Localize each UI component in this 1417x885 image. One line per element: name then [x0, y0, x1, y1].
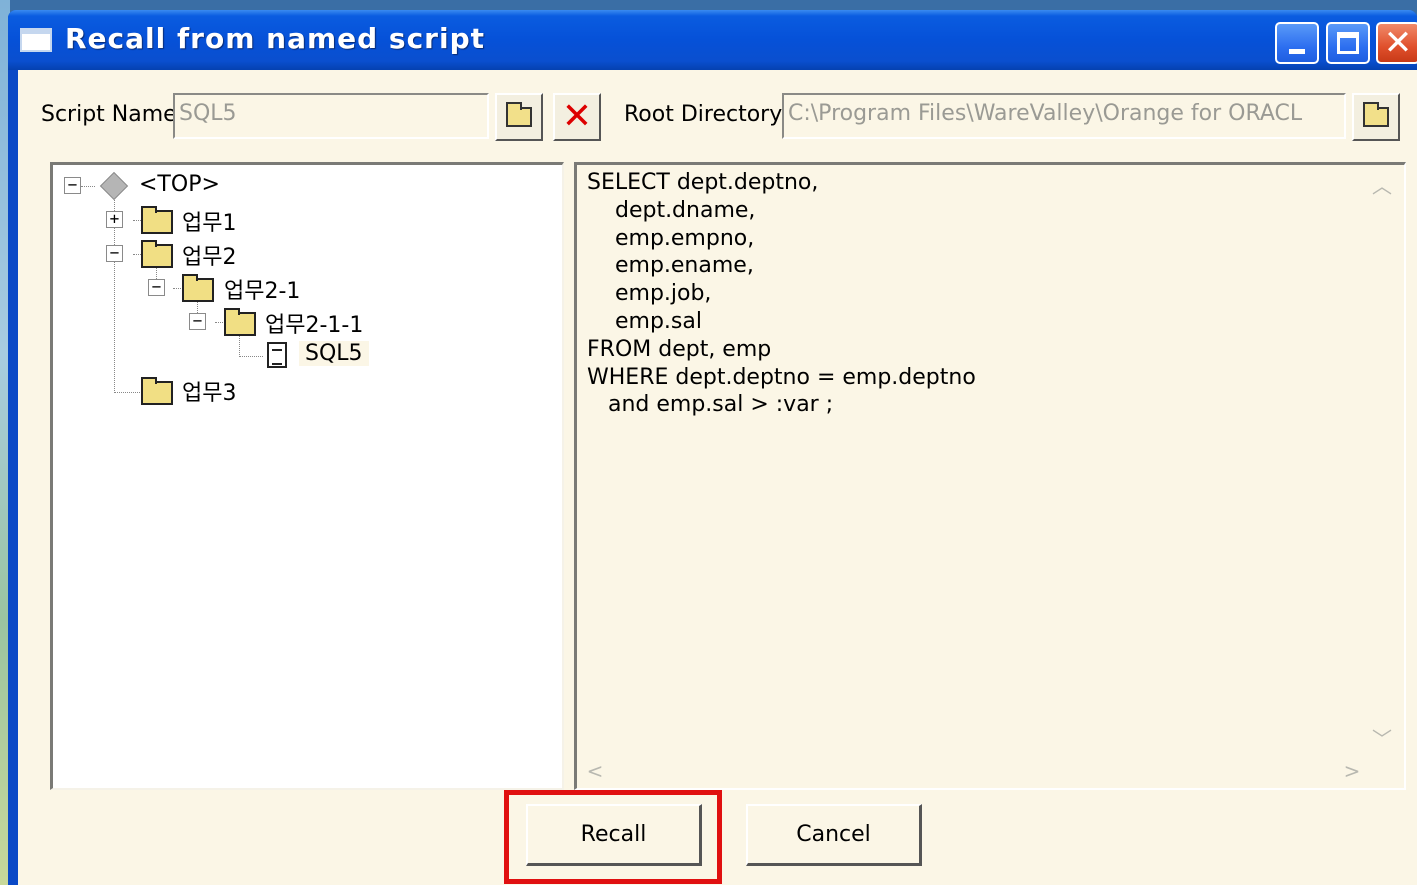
- folder-icon: [506, 102, 532, 127]
- maximize-button[interactable]: [1326, 22, 1370, 64]
- tree-expander[interactable]: −: [64, 177, 81, 194]
- minimize-icon: [1289, 49, 1305, 54]
- window-title: Recall from named script: [65, 22, 486, 55]
- tree-node-folder[interactable]: 업무2-1: [224, 273, 300, 305]
- title-bar[interactable]: Recall from named script ✕: [8, 10, 1417, 70]
- script-document-icon: [267, 342, 287, 368]
- folder-icon: [141, 377, 173, 405]
- scroll-right-arrow-icon[interactable]: >: [1336, 756, 1368, 786]
- tree-node-folder[interactable]: 업무1: [182, 205, 236, 237]
- tree-node-folder[interactable]: 업무2: [182, 239, 236, 271]
- folder-icon: [224, 308, 256, 336]
- maximize-icon: [1337, 32, 1359, 54]
- tree-connector: [133, 220, 141, 221]
- browse-root-directory-button[interactable]: [1352, 93, 1400, 141]
- dialog-window: Recall from named script ✕ Script Name S…: [8, 10, 1417, 885]
- script-preview-pane[interactable]: SELECT dept.deptno, dept.dname, emp.empn…: [574, 162, 1406, 790]
- window-icon: [20, 28, 52, 52]
- script-tree-view[interactable]: − <TOP> + 업무1 − 업무2 − 업무2-1 − 업무2-1-1 SQ…: [50, 162, 564, 790]
- close-icon: ✕: [1383, 23, 1413, 63]
- folder-icon: [182, 274, 214, 302]
- root-diamond-icon: [99, 171, 129, 201]
- dialog-client-area: Script Name SQL5 ✕ Root Directory C:\Pro…: [18, 70, 1417, 885]
- tree-connector: [173, 288, 181, 289]
- tree-expander[interactable]: −: [189, 313, 206, 330]
- script-name-input[interactable]: SQL5: [173, 93, 489, 139]
- script-text: SELECT dept.deptno, dept.dname, emp.empn…: [587, 170, 976, 418]
- tree-expander[interactable]: −: [106, 245, 123, 262]
- open-folder-icon: [1363, 102, 1389, 127]
- tree-expander[interactable]: −: [148, 279, 165, 296]
- tree-node-top[interactable]: <TOP>: [139, 172, 220, 197]
- tree-connector: [133, 254, 141, 255]
- tree-connector: [81, 186, 95, 187]
- tree-connector: [114, 392, 140, 393]
- clear-script-button[interactable]: ✕: [553, 93, 601, 141]
- minimize-button[interactable]: [1275, 22, 1319, 64]
- scroll-up-arrow-icon[interactable]: ︿: [1366, 171, 1398, 201]
- delete-x-icon: ✕: [561, 96, 593, 137]
- tree-node-folder[interactable]: 업무3: [182, 375, 236, 407]
- root-directory-input[interactable]: C:\Program Files\WareValley\Orange for O…: [782, 93, 1346, 139]
- close-button[interactable]: ✕: [1376, 22, 1417, 64]
- tree-connector: [239, 333, 240, 357]
- tree-expander[interactable]: +: [106, 211, 123, 228]
- tree-connector: [215, 322, 223, 323]
- scroll-left-arrow-icon[interactable]: <: [579, 756, 611, 786]
- root-directory-label: Root Directory: [624, 102, 783, 127]
- folder-icon: [141, 206, 173, 234]
- tree-node-script-selected[interactable]: SQL5: [299, 341, 369, 366]
- scroll-down-arrow-icon[interactable]: ﹀: [1366, 724, 1398, 754]
- folder-icon: [141, 240, 173, 268]
- highlight-annotation: [504, 790, 722, 884]
- tree-connector: [239, 356, 263, 357]
- tree-node-folder[interactable]: 업무2-1-1: [265, 307, 363, 339]
- browse-script-button[interactable]: [495, 93, 543, 141]
- cancel-button[interactable]: Cancel: [746, 804, 922, 866]
- script-name-label: Script Name: [41, 102, 177, 127]
